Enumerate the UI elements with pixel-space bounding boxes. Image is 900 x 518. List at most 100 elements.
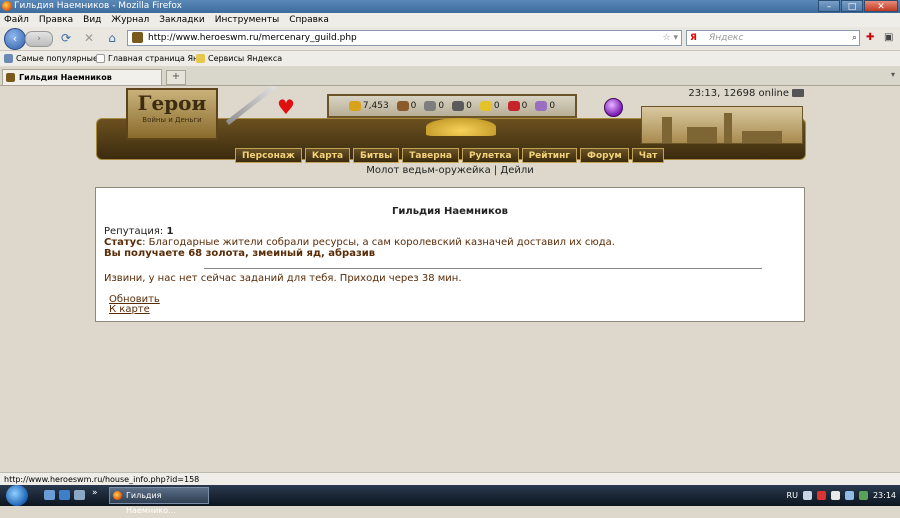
bookmarks-toolbar: Самые популярные Главная страница Ян... … <box>0 51 900 66</box>
start-button[interactable] <box>6 485 28 506</box>
search-input[interactable]: Я Яндекс ⌕ <box>686 30 860 46</box>
taskbar-firefox-window[interactable]: Гильдия Наемнико... <box>109 487 209 515</box>
tray-security-icon[interactable] <box>816 491 826 500</box>
nav-character[interactable]: Персонаж <box>235 148 302 163</box>
system-tray: RU 23:14 <box>787 485 896 506</box>
menu-tools[interactable]: Инструменты <box>215 13 279 27</box>
mana-orb-icon[interactable] <box>604 98 623 117</box>
nav-forum[interactable]: Форум <box>580 148 629 163</box>
url-text: http://www.heroeswm.ru/mercenary_guild.p… <box>148 33 357 43</box>
navigation-toolbar: ‹ › ⟳ ✕ ⌂ http://www.heroeswm.ru/mercena… <box>0 27 900 51</box>
addon-icon[interactable]: ✚ <box>866 32 874 44</box>
search-placeholder: Яндекс <box>709 33 744 43</box>
nav-battles[interactable]: Битвы <box>353 148 400 163</box>
tab-favicon <box>6 73 15 82</box>
heart-icon[interactable]: ♥ <box>277 96 295 118</box>
close-button[interactable]: ✕ <box>864 0 898 12</box>
resource-crystal: 0 <box>507 101 527 111</box>
reputation-value: 1 <box>166 226 174 237</box>
sulfur-icon <box>479 101 492 111</box>
status-line: Статус: Благодарные жители собрали ресур… <box>104 237 615 248</box>
tray-network-icon[interactable] <box>830 491 840 500</box>
mercury-icon <box>452 101 465 111</box>
nav-rating[interactable]: Рейтинг <box>521 148 578 163</box>
tab-mercenary-guild[interactable]: Гильдия Наемников <box>2 69 162 85</box>
bookmark-label: Сервисы Яндекса <box>208 54 283 63</box>
reload-icon[interactable]: ⟳ <box>59 31 73 45</box>
tray-status-icon[interactable] <box>858 491 868 500</box>
back-button[interactable]: ‹ <box>4 28 26 50</box>
menu-edit[interactable]: Правка <box>39 13 73 27</box>
stop-icon[interactable]: ✕ <box>82 31 96 45</box>
switch-windows-icon[interactable] <box>74 490 85 500</box>
url-bar-icons[interactable]: ☆ ▾ <box>663 31 678 45</box>
status-bar: http://www.heroeswm.ru/house_info.php?id… <box>0 472 900 485</box>
clock[interactable]: 23:14 <box>873 491 896 500</box>
menu-bookmarks[interactable]: Закладки <box>159 13 205 27</box>
logo-subtitle: Войны и Деньги <box>142 116 202 124</box>
bookmark-label: Главная страница Ян... <box>108 54 206 63</box>
tray-app-icon[interactable] <box>802 491 812 500</box>
game-nav-menu: Персонаж Карта Битвы Таверна Рулетка Рей… <box>235 148 665 163</box>
home-icon[interactable]: ⌂ <box>105 31 119 45</box>
window-controls: – □ ✕ <box>818 0 898 13</box>
addon2-icon[interactable]: ▣ <box>884 32 893 44</box>
no-tasks-message: Извини, у нас нет сейчас заданий для теб… <box>104 273 462 284</box>
show-desktop-icon[interactable] <box>44 490 55 500</box>
tab-list-icon[interactable]: ▾ <box>888 70 898 82</box>
ore-icon <box>424 101 437 111</box>
game-logo[interactable]: Герои Войны и Деньги <box>126 88 218 140</box>
nav-tavern[interactable]: Таверна <box>402 148 459 163</box>
language-indicator[interactable]: RU <box>787 491 798 500</box>
bookmark-folder-icon <box>196 54 205 63</box>
gold-pile-icon <box>426 118 496 136</box>
nav-map[interactable]: Карта <box>304 148 351 163</box>
nav-chat[interactable]: Чат <box>631 148 665 163</box>
nav-roulette[interactable]: Рулетка <box>462 148 519 163</box>
game-banner: Герои Войны и Деньги ♥ 7,453 0 0 0 0 0 0… <box>96 86 806 166</box>
menu-file[interactable]: Файл <box>4 13 29 27</box>
resource-sulfur: 0 <box>479 101 500 111</box>
search-icon[interactable]: ⌕ <box>852 31 857 45</box>
new-tab-button[interactable]: + <box>166 70 186 85</box>
bookmark-yandex-home[interactable]: Главная страница Ян... <box>96 51 206 66</box>
resources-bar: 7,453 0 0 0 0 0 0 <box>327 94 577 118</box>
url-input[interactable]: http://www.heroeswm.ru/mercenary_guild.p… <box>127 30 682 46</box>
reputation-line: Репутация: 1 <box>104 226 174 237</box>
menu-history[interactable]: Журнал <box>111 13 149 27</box>
page-viewport: 23:13, 12698 online Герои Войны и Деньги… <box>0 86 900 472</box>
site-favicon <box>132 32 143 43</box>
resource-gold: 7,453 <box>348 101 389 111</box>
window-title: Гильдия Наемников - Mozilla Firefox <box>14 1 182 11</box>
status-label: Статус <box>104 237 143 248</box>
reward-line: Вы получаете 68 золота, змеиный яд, абра… <box>104 248 376 259</box>
yandex-icon[interactable]: Я <box>690 31 697 45</box>
guild-title: Гильдия Наемников <box>392 206 508 217</box>
castle-image <box>641 106 803 144</box>
bookmark-folder-icon <box>4 54 13 63</box>
quicklaunch-more-icon[interactable]: » <box>92 488 98 498</box>
divider <box>204 268 762 269</box>
logo-title: Герои <box>137 91 207 115</box>
resource-mercury: 0 <box>452 101 472 111</box>
sub-links[interactable]: Молот ведьм-оружейка | Дейли <box>0 165 900 176</box>
guild-panel: Гильдия Наемников Репутация: 1 Статус: Б… <box>95 187 805 322</box>
firefox-icon <box>2 1 12 11</box>
ie-icon[interactable] <box>59 490 70 500</box>
window-titlebar: Гильдия Наемников - Mozilla Firefox – □ … <box>0 0 900 13</box>
menu-help[interactable]: Справка <box>289 13 329 27</box>
wood-icon <box>396 101 409 111</box>
bookmark-popular[interactable]: Самые популярные <box>4 51 98 66</box>
resource-ore: 0 <box>424 101 444 111</box>
map-link[interactable]: К карте <box>109 304 150 315</box>
firefox-icon <box>113 491 122 500</box>
menu-view[interactable]: Вид <box>83 13 101 27</box>
maximize-button[interactable]: □ <box>841 0 863 12</box>
minimize-button[interactable]: – <box>818 0 840 12</box>
tray-volume-icon[interactable] <box>844 491 854 500</box>
gold-icon <box>348 101 361 111</box>
resource-wood: 0 <box>396 101 416 111</box>
forward-button[interactable]: › <box>25 31 53 47</box>
bookmark-yandex-services[interactable]: Сервисы Яндекса <box>196 51 282 66</box>
status-text: : Благодарные жители собрали ресурсы, а … <box>142 237 615 248</box>
